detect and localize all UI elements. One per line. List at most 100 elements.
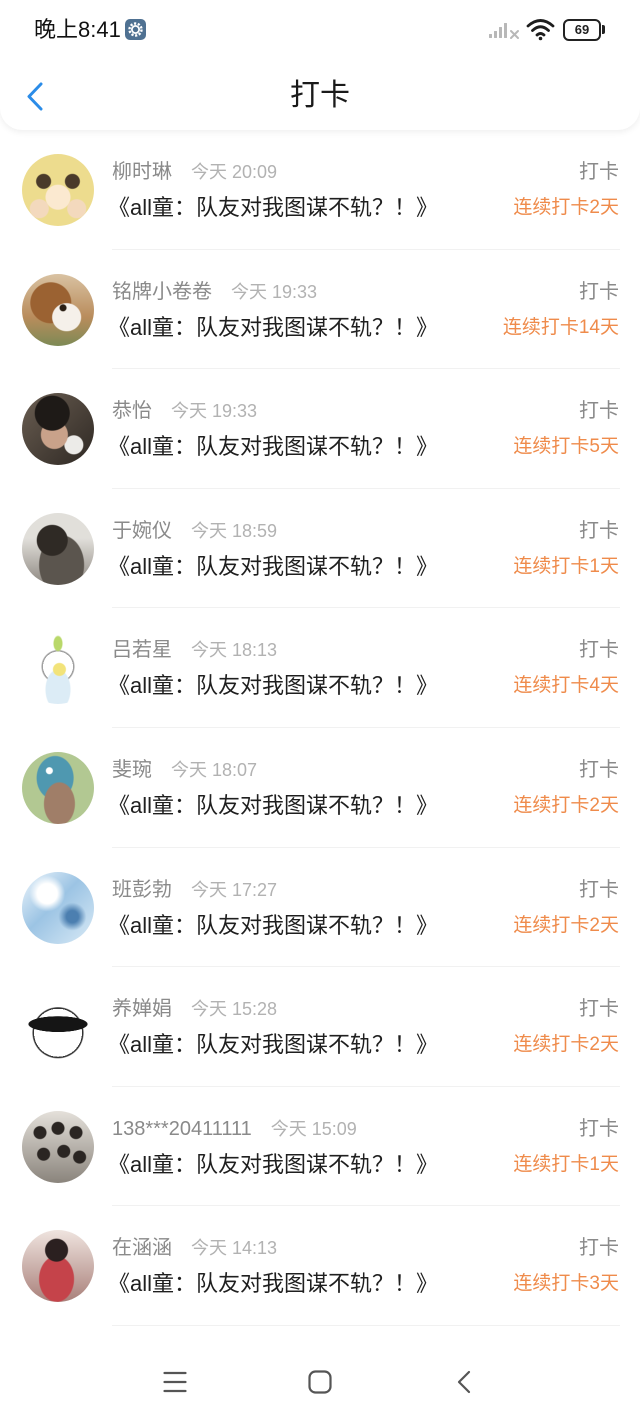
avatar[interactable] [22,991,94,1064]
home-button[interactable] [298,1360,342,1404]
page-title: 打卡 [290,79,350,112]
streak-badge: 连续打卡2天 [513,914,619,936]
checkin-time: 今天 19:33 [231,281,318,302]
checkin-row[interactable]: 柳时琳 今天 20:09 打卡 《all童：队友对我图谋不轨？！》 连续打卡2天 [0,130,640,250]
user-name: 恭怡 [112,400,152,423]
streak-badge: 连续打卡2天 [513,794,619,816]
status-time: 晚上8:41 [34,17,121,42]
book-title: 《all童：队友对我图谋不轨？！》 [108,553,439,579]
system-nav-bar [0,1340,640,1422]
avatar[interactable] [22,393,94,466]
book-title: 《all童：队友对我图谋不轨？！》 [108,912,439,938]
menu-button[interactable] [153,1360,197,1404]
checkin-label: 打卡 [579,998,619,1021]
row-meta: 138***20411111 今天 15:09 [112,1115,357,1143]
streak-badge: 连续打卡3天 [513,1273,619,1295]
streak-badge: 连续打卡1天 [513,1153,619,1175]
checkin-time: 今天 18:13 [191,640,278,661]
avatar[interactable] [22,1230,94,1303]
user-name: 铭牌小卷卷 [112,280,212,303]
checkin-row[interactable]: 吕若星 今天 18:13 打卡 《all童：队友对我图谋不轨？！》 连续打卡4天 [0,608,640,728]
avatar[interactable] [22,751,94,824]
checkin-row[interactable]: 养婵娟 今天 15:28 打卡 《all童：队友对我图谋不轨？！》 连续打卡2天 [0,967,640,1087]
checkin-time: 今天 14:13 [191,1238,278,1259]
book-title: 《all童：队友对我图谋不轨？！》 [108,195,439,220]
signal-icon [489,23,519,39]
avatar[interactable] [22,632,94,705]
back-button[interactable] [20,78,50,114]
checkin-time: 今天 18:59 [191,520,278,541]
book-title: 《all童：队友对我图谋不轨？！》 [108,792,439,818]
checkin-label: 打卡 [579,878,619,901]
checkin-label: 打卡 [579,1237,619,1260]
book-title: 《all童：队友对我图谋不轨？！》 [108,314,439,340]
streak-badge: 连续打卡2天 [513,197,619,218]
row-meta: 恭怡 今天 19:33 [112,397,257,425]
checkin-list: 柳时琳 今天 20:09 打卡 《all童：队友对我图谋不轨？！》 连续打卡2天… [0,130,640,1326]
checkin-label: 打卡 [579,400,619,423]
user-name: 柳时琳 [112,161,172,183]
checkin-time: 今天 20:09 [191,162,278,182]
avatar[interactable] [22,273,94,346]
user-name: 于婉仪 [112,519,172,542]
avatar[interactable] [22,512,94,585]
streak-badge: 连续打卡2天 [513,1034,619,1056]
status-bar: 晚上8:41 69 [0,0,640,58]
row-meta: 铭牌小卷卷 今天 19:33 [112,278,317,306]
book-title: 《all童：队友对我图谋不轨？！》 [108,434,439,460]
checkin-time: 今天 19:33 [171,401,258,422]
menu-icon [163,1371,187,1393]
user-name: 养婵娟 [112,998,172,1021]
row-meta: 班彭勃 今天 17:27 [112,876,277,904]
avatar[interactable] [22,871,94,944]
row-meta: 于婉仪 今天 18:59 [112,517,277,545]
user-name: 斐琬 [112,758,152,781]
checkin-label: 打卡 [579,1117,619,1140]
checkin-label: 打卡 [579,280,619,303]
checkin-row[interactable]: 斐琬 今天 18:07 打卡 《all童：队友对我图谋不轨？！》 连续打卡2天 [0,728,640,848]
battery-cap [602,25,605,34]
user-name: 138***20411111 [112,1117,252,1140]
back-icon [457,1370,471,1394]
user-name: 吕若星 [112,639,172,662]
book-title: 《all童：队友对我图谋不轨？！》 [108,1032,439,1058]
checkin-row[interactable]: 班彭勃 今天 17:27 打卡 《all童：队友对我图谋不轨？！》 连续打卡2天 [0,848,640,968]
checkin-row[interactable]: 在涵涵 今天 14:13 打卡 《all童：队友对我图谋不轨？！》 连续打卡3天 [0,1206,640,1326]
streak-badge: 连续打卡5天 [513,436,619,458]
user-name: 在涵涵 [112,1237,172,1260]
checkin-row[interactable]: 于婉仪 今天 18:59 打卡 《all童：队友对我图谋不轨？！》 连续打卡1天 [0,489,640,609]
system-back-button[interactable] [442,1360,486,1404]
home-icon [308,1370,332,1394]
wifi-icon [526,19,555,41]
battery-icon: 69 [563,19,601,41]
row-meta: 斐琬 今天 18:07 [112,756,257,784]
checkin-label: 打卡 [579,519,619,542]
book-title: 《all童：队友对我图谋不轨？！》 [108,1151,439,1177]
checkin-time: 今天 15:28 [191,999,278,1020]
book-title: 《all童：队友对我图谋不轨？！》 [108,1271,439,1297]
row-meta: 柳时琳 今天 20:09 [112,158,277,186]
checkin-label: 打卡 [579,161,619,183]
checkin-time: 今天 18:07 [171,759,258,780]
row-meta: 养婵娟 今天 15:28 [112,995,277,1023]
checkin-time: 今天 15:09 [270,1118,357,1139]
avatar[interactable] [22,1110,94,1183]
checkin-label: 打卡 [579,758,619,781]
checkin-row[interactable]: 138***20411111 今天 15:09 打卡 《all童：队友对我图谋不… [0,1087,640,1207]
book-title: 《all童：队友对我图谋不轨？！》 [108,673,439,699]
streak-badge: 连续打卡4天 [513,675,619,697]
divider [112,1324,620,1326]
checkin-time: 今天 17:27 [191,879,278,900]
row-meta: 吕若星 今天 18:13 [112,636,277,664]
streak-badge: 连续打卡14天 [502,316,619,338]
streak-badge: 连续打卡1天 [513,555,619,577]
checkin-label: 打卡 [579,639,619,662]
top-bar: 晚上8:41 69 打卡 [0,0,640,130]
checkin-row[interactable]: 恭怡 今天 19:33 打卡 《all童：队友对我图谋不轨？！》 连续打卡5天 [0,369,640,489]
row-meta: 在涵涵 今天 14:13 [112,1234,277,1262]
checkin-row[interactable]: 铭牌小卷卷 今天 19:33 打卡 《all童：队友对我图谋不轨？！》 连续打卡… [0,250,640,370]
user-name: 班彭勃 [112,878,172,901]
avatar[interactable] [22,154,94,226]
chevron-left-icon [27,82,43,110]
settings-badge-icon [125,19,146,40]
